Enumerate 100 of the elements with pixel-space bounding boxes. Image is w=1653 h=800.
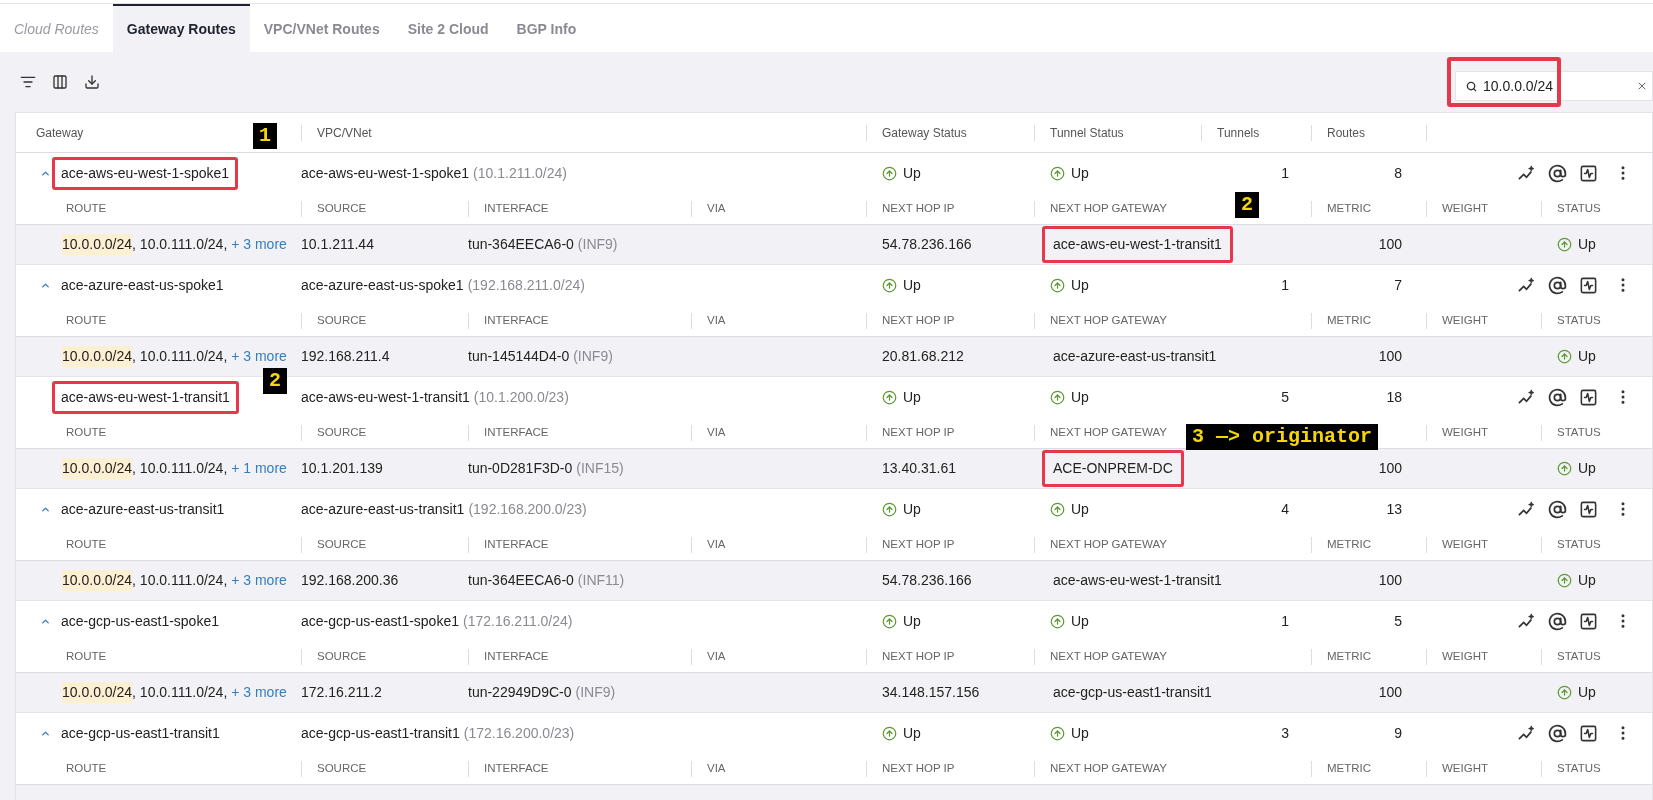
activity-monitor-icon[interactable] — [1579, 723, 1598, 743]
tab[interactable]: BGP Info — [502, 4, 591, 52]
sparkle-chart-icon[interactable] — [1517, 499, 1536, 519]
column-header: ROUTE — [66, 648, 107, 664]
column-header: WEIGHT — [1442, 760, 1488, 776]
column-header: VIA — [707, 312, 726, 328]
at-sign-icon[interactable] — [1548, 499, 1567, 519]
column-header: NEXT HOP GATEWAY — [1050, 424, 1167, 440]
sparkle-chart-icon[interactable] — [1517, 723, 1536, 743]
more-routes-link[interactable]: + 1 more — [231, 458, 287, 479]
column-header: VIA — [707, 648, 726, 664]
status-up: Up — [1050, 162, 1201, 184]
activity-monitor-icon[interactable] — [1579, 163, 1598, 183]
tab[interactable]: Gateway Routes — [112, 4, 250, 52]
interface-id: (INF15) — [576, 459, 624, 478]
interface-name: tun-0D281F3D-0 — [468, 459, 573, 478]
status-up: Up — [882, 162, 1034, 184]
column-header: Routes — [1327, 124, 1366, 142]
at-sign-icon[interactable] — [1548, 275, 1567, 295]
column-header: STATUS — [1557, 536, 1601, 552]
column-header: METRIC — [1327, 200, 1372, 216]
interface-id: (INF9) — [573, 347, 613, 366]
tunnel-count: 5 — [1280, 387, 1290, 407]
tab[interactable]: Site 2 Cloud — [393, 4, 503, 52]
column-header: INTERFACE — [484, 536, 549, 552]
sparkle-chart-icon[interactable] — [1517, 611, 1536, 631]
source-ip: 10.1.201.139 — [301, 459, 384, 478]
column-header: NEXT HOP IP — [882, 200, 955, 216]
more-routes-link[interactable]: + 3 more — [231, 234, 287, 255]
search-icon — [1466, 80, 1477, 92]
vpc-cidr: (192.168.211.0/24) — [467, 275, 585, 295]
interface-name: tun-22949D9C-0 — [468, 683, 572, 702]
sparkle-chart-icon[interactable] — [1517, 275, 1536, 295]
status-up: Up — [1050, 274, 1201, 296]
at-sign-icon[interactable] — [1548, 387, 1567, 407]
source-ip: 192.168.200.36 — [301, 571, 400, 590]
tunnel-count: 4 — [1280, 499, 1290, 519]
column-header: ROUTE — [66, 200, 107, 216]
status-up: Up — [1050, 722, 1201, 744]
vpc-name: ace-aws-eu-west-1-transit1 — [301, 387, 470, 407]
column-header: Gateway Status — [882, 124, 967, 142]
column-header: WEIGHT — [1442, 536, 1488, 552]
status-up: Up — [1050, 498, 1201, 520]
column-header: VIA — [707, 200, 726, 216]
at-sign-icon[interactable] — [1548, 611, 1567, 631]
column-header: INTERFACE — [484, 312, 549, 328]
column-header: NEXT HOP IP — [882, 536, 955, 552]
sparkle-chart-icon[interactable] — [1517, 387, 1536, 407]
gateway-name: ace-gcp-us-east1-transit1 — [60, 723, 221, 743]
column-header: NEXT HOP IP — [882, 424, 955, 440]
activity-monitor-icon[interactable] — [1579, 275, 1598, 295]
at-sign-icon[interactable] — [1548, 163, 1567, 183]
column-header: ROUTE — [66, 760, 107, 776]
column-header: INTERFACE — [484, 200, 549, 216]
download-icon[interactable] — [84, 74, 100, 90]
tunnel-count: 1 — [1280, 275, 1290, 295]
clear-icon[interactable] — [1636, 80, 1648, 92]
more-routes-link[interactable]: + 3 more — [231, 570, 287, 591]
column-header: INTERFACE — [484, 648, 549, 664]
status-up: Up — [1557, 458, 1652, 479]
filter-icon[interactable] — [20, 74, 36, 90]
column-header: STATUS — [1557, 312, 1601, 328]
search-field[interactable]: 10.0.0.0/24 — [1455, 71, 1653, 101]
vpc-cidr: (172.16.211.0/24) — [463, 611, 573, 631]
activity-monitor-icon[interactable] — [1579, 387, 1598, 407]
columns-icon[interactable] — [52, 74, 68, 90]
more-routes-link[interactable]: + 3 more — [231, 682, 287, 703]
column-header: SOURCE — [317, 200, 367, 216]
column-header: METRIC — [1327, 536, 1372, 552]
vpc-name: ace-azure-east-us-spoke1 — [301, 275, 464, 295]
route-count: 5 — [1393, 611, 1403, 631]
vpc-name: ace-azure-east-us-transit1 — [301, 499, 465, 519]
annotation-label: 2 — [1235, 192, 1259, 218]
column-header: NEXT HOP IP — [882, 312, 955, 328]
column-header: VIA — [707, 424, 726, 440]
gateway-name: ace-azure-east-us-transit1 — [60, 499, 226, 519]
column-header: NEXT HOP GATEWAY — [1050, 648, 1167, 664]
tab[interactable]: VPC/VNet Routes — [249, 4, 394, 52]
source-ip: 172.16.211.2 — [301, 683, 383, 702]
next-hop-ip: 54.78.236.166 — [881, 571, 973, 590]
annotation-label: 1 — [253, 123, 277, 149]
source-ip: 10.1.211.44 — [301, 235, 375, 254]
activity-monitor-icon[interactable] — [1579, 611, 1598, 631]
column-header: VIA — [707, 760, 726, 776]
column-header: NEXT HOP IP — [882, 760, 955, 776]
sparkle-chart-icon[interactable] — [1517, 163, 1536, 183]
column-header: SOURCE — [317, 536, 367, 552]
at-sign-icon[interactable] — [1548, 723, 1567, 743]
column-header: NEXT HOP GATEWAY — [1050, 312, 1167, 328]
next-hop-ip: 13.40.31.61 — [881, 459, 957, 478]
more-routes-link[interactable]: + 3 more — [231, 346, 287, 367]
metric: 100 — [1377, 683, 1403, 702]
next-hop-gateway: ace-gcp-us-east1-transit1 — [1052, 683, 1213, 702]
column-header: WEIGHT — [1442, 648, 1488, 664]
vpc-cidr: (10.1.211.0/24) — [473, 163, 567, 183]
route-count: 18 — [1385, 387, 1403, 407]
activity-monitor-icon[interactable] — [1579, 499, 1598, 519]
column-header: ROUTE — [66, 312, 107, 328]
route-list: , 10.0.111.0/24, — [132, 234, 232, 255]
route-list: , 10.0.111.0/24, — [132, 346, 232, 367]
